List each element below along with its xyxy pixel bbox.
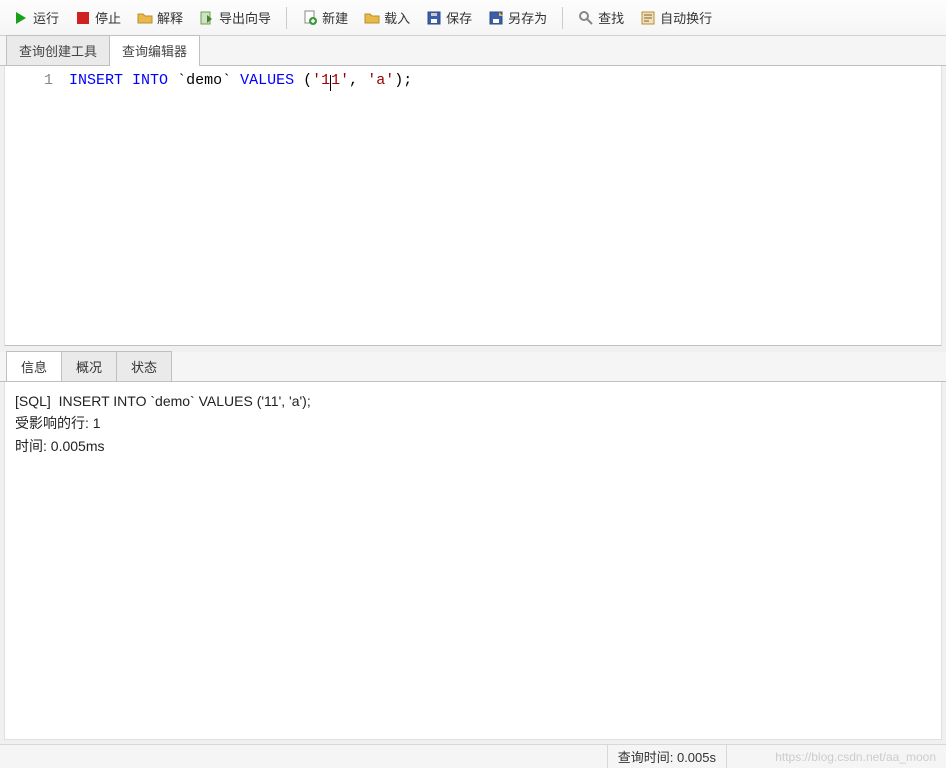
string-literal-1b: 1' xyxy=(331,72,349,89)
floppy-arrow-icon xyxy=(488,10,504,26)
table-identifier: `demo` xyxy=(177,72,231,89)
save-button[interactable]: 保存 xyxy=(419,4,479,31)
string-literal-2: 'a' xyxy=(367,72,394,89)
code-content[interactable]: INSERT INTO `demo` VALUES ('11', 'a'); xyxy=(65,66,941,345)
tab-label: 状态 xyxy=(131,360,157,375)
load-button[interactable]: 载入 xyxy=(357,4,417,31)
stop-icon xyxy=(75,10,91,26)
tab-profile[interactable]: 概况 xyxy=(61,351,117,381)
new-file-icon xyxy=(302,10,318,26)
export-wizard-button[interactable]: 导出向导 xyxy=(192,4,278,31)
tab-status[interactable]: 状态 xyxy=(116,351,172,381)
string-literal-1a: '1 xyxy=(312,72,330,89)
tab-query-builder[interactable]: 查询创建工具 xyxy=(6,35,110,65)
wrap-button[interactable]: 自动换行 xyxy=(633,4,719,31)
paren-open: ( xyxy=(303,72,312,89)
keyword-insert: INSERT xyxy=(69,72,123,89)
search-icon xyxy=(578,10,594,26)
tab-label: 概况 xyxy=(76,360,102,375)
keyword-values: VALUES xyxy=(240,72,294,89)
explain-label: 解释 xyxy=(157,8,183,27)
toolbar-separator xyxy=(562,7,563,29)
result-line-affected: 受影响的行: 1 xyxy=(15,412,931,434)
tab-query-editor[interactable]: 查询编辑器 xyxy=(109,35,200,65)
new-label: 新建 xyxy=(322,8,348,27)
query-time-text: 查询时间: 0.005s xyxy=(618,747,716,766)
tab-label: 查询编辑器 xyxy=(122,44,187,59)
text-cursor xyxy=(330,75,331,91)
save-as-label: 另存为 xyxy=(508,8,547,27)
editor-tab-strip: 查询创建工具 查询编辑器 xyxy=(0,36,946,66)
new-button[interactable]: 新建 xyxy=(295,4,355,31)
run-button[interactable]: 运行 xyxy=(6,4,66,31)
status-empty-cell xyxy=(726,745,946,768)
semicolon: ; xyxy=(403,72,412,89)
find-button[interactable]: 查找 xyxy=(571,4,631,31)
result-line-sql: [SQL] INSERT INTO `demo` VALUES ('11', '… xyxy=(15,390,931,412)
save-label: 保存 xyxy=(446,8,472,27)
run-label: 运行 xyxy=(33,8,59,27)
wrap-label: 自动换行 xyxy=(660,8,712,27)
folder-icon xyxy=(364,10,380,26)
line-gutter: 1 xyxy=(5,66,65,345)
result-tab-strip: 信息 概况 状态 xyxy=(0,352,946,382)
paren-close: ) xyxy=(394,72,403,89)
toolbar-separator xyxy=(286,7,287,29)
folder-open-icon xyxy=(137,10,153,26)
tab-label: 信息 xyxy=(21,360,47,375)
wrap-icon xyxy=(640,10,656,26)
result-line-time: 时间: 0.005ms xyxy=(15,435,931,457)
comma: , xyxy=(349,72,358,89)
result-info-pane[interactable]: [SQL] INSERT INTO `demo` VALUES ('11', '… xyxy=(4,382,942,740)
tab-info[interactable]: 信息 xyxy=(6,351,62,381)
line-number: 1 xyxy=(11,72,53,89)
export-icon xyxy=(199,10,215,26)
keyword-into: INTO xyxy=(132,72,168,89)
export-wizard-label: 导出向导 xyxy=(219,8,271,27)
save-as-button[interactable]: 另存为 xyxy=(481,4,554,31)
explain-button[interactable]: 解释 xyxy=(130,4,190,31)
tab-label: 查询创建工具 xyxy=(19,44,97,59)
sql-editor[interactable]: 1 INSERT INTO `demo` VALUES ('11', 'a'); xyxy=(4,66,942,346)
floppy-icon xyxy=(426,10,442,26)
stop-button[interactable]: 停止 xyxy=(68,4,128,31)
status-query-time: 查询时间: 0.005s xyxy=(607,745,726,768)
status-bar: 查询时间: 0.005s https://blog.csdn.net/aa_mo… xyxy=(0,744,946,768)
play-icon xyxy=(13,10,29,26)
main-toolbar: 运行 停止 解释 导出向导 新建 载入 保存 xyxy=(0,0,946,36)
load-label: 载入 xyxy=(384,8,410,27)
stop-label: 停止 xyxy=(95,8,121,27)
find-label: 查找 xyxy=(598,8,624,27)
